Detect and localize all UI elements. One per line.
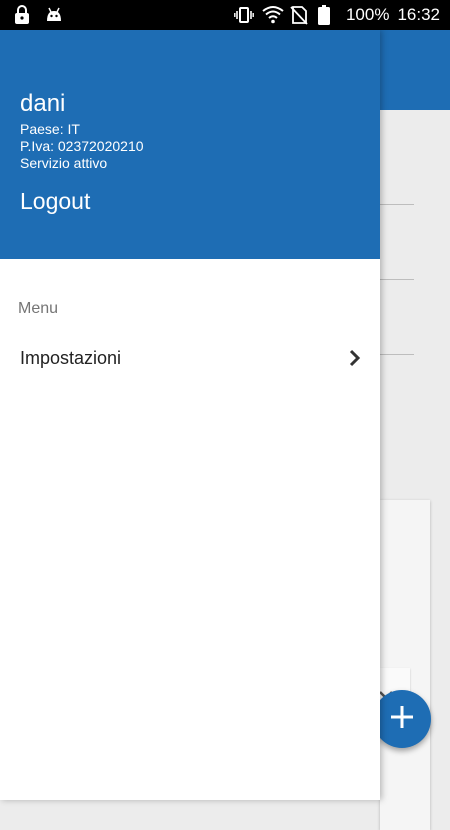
wifi-icon <box>262 5 284 25</box>
status-bar: 100% 16:32 <box>0 0 450 30</box>
divider <box>380 204 414 205</box>
clock: 16:32 <box>397 5 440 24</box>
user-country: Paese: IT <box>20 121 80 137</box>
user-vat-number: P.Iva: 02372020210 <box>20 138 144 154</box>
android-icon <box>44 5 64 25</box>
lock-icon <box>12 5 32 25</box>
menu-item-label: Impostazioni <box>20 347 122 368</box>
content-card <box>380 500 430 830</box>
battery-percent: 100% <box>345 5 390 24</box>
plus-icon <box>389 704 415 735</box>
no-sim-icon <box>290 5 310 25</box>
divider <box>380 279 414 280</box>
service-status: Servizio attivo <box>20 155 108 171</box>
divider <box>380 354 414 355</box>
logout-button[interactable]: Logout <box>20 188 90 215</box>
menu-section-title: Menu <box>18 300 59 317</box>
vibrate-icon <box>234 5 254 25</box>
drawer-header: dani Paese: IT P.Iva: 02372020210 Serviz… <box>0 30 380 259</box>
menu-item-impostazioni[interactable]: Impostazioni <box>0 335 380 381</box>
battery-icon <box>317 5 338 25</box>
navigation-drawer: dani Paese: IT P.Iva: 02372020210 Serviz… <box>0 30 380 800</box>
user-name: dani <box>20 90 66 117</box>
add-fab-button[interactable] <box>373 690 431 748</box>
chevron-right-icon <box>345 349 363 367</box>
